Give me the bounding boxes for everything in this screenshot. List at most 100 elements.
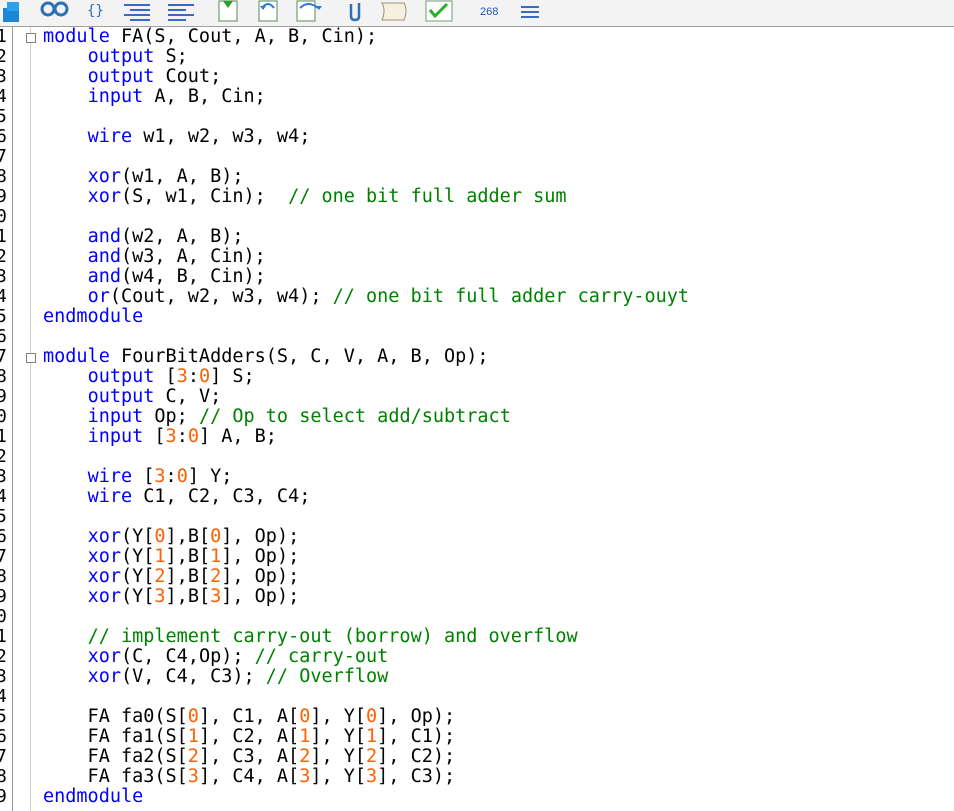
attach-icon[interactable] bbox=[344, 0, 366, 22]
code-line[interactable]: output C, V; bbox=[43, 387, 222, 407]
svg-text:{}: {} bbox=[87, 3, 104, 19]
code-line[interactable]: xor(V, C4, C3); // Overflow bbox=[43, 666, 389, 687]
code-token: [ bbox=[154, 366, 177, 387]
number-token: 1 bbox=[366, 726, 378, 747]
code-token: ], Y[ bbox=[310, 746, 367, 767]
fold-margin bbox=[30, 27, 31, 811]
comment-token: // one bit full adder carry-ouyt bbox=[332, 286, 690, 307]
code-token: (w2, A, B); bbox=[120, 226, 244, 247]
number-token: 3 bbox=[176, 366, 188, 387]
code-line[interactable]: FA fa0(S[0], C1, A[0], Y[0], Op); bbox=[43, 706, 456, 727]
code-line[interactable]: or(Cout, w2, w3, w4); // one bit full ad… bbox=[43, 287, 689, 307]
line-number: 3 bbox=[0, 666, 7, 687]
code-line[interactable]: input A, B, Cin; bbox=[43, 87, 266, 107]
code-line[interactable]: wire w1, w2, w3, w4; bbox=[43, 126, 311, 147]
number-token: 3 bbox=[187, 766, 199, 787]
code-token: ], Op); bbox=[377, 706, 456, 727]
number-token: 1 bbox=[210, 546, 222, 567]
bookmark-icon[interactable] bbox=[216, 0, 240, 22]
code-line[interactable]: wire C1, C2, C3, C4; bbox=[43, 487, 311, 507]
code-line[interactable]: FA fa3(S[3], C4, A[3], Y[3], C3); bbox=[43, 766, 456, 787]
number-token: 3 bbox=[165, 426, 177, 447]
code-token: ], C2); bbox=[377, 746, 456, 767]
keyword-token: xor bbox=[87, 566, 121, 587]
code-line[interactable]: and(w3, A, Cin); bbox=[43, 247, 266, 267]
code-token: ], C4, A[ bbox=[198, 766, 300, 787]
code-line[interactable]: and(w2, A, B); bbox=[43, 227, 244, 247]
check-icon[interactable] bbox=[420, 0, 456, 22]
code-line[interactable]: and(w4, B, Cin); bbox=[43, 267, 266, 287]
keyword-token: wire bbox=[87, 466, 133, 487]
code-line[interactable]: xor(S, w1, Cin); // one bit full adder s… bbox=[43, 187, 567, 207]
code-line[interactable]: output S; bbox=[43, 47, 188, 67]
number-token: 2 bbox=[187, 746, 199, 767]
line-number: 8 bbox=[0, 166, 7, 187]
keyword-token: module bbox=[43, 26, 110, 47]
code-token: ], C3); bbox=[377, 766, 456, 787]
code-line[interactable]: endmodule bbox=[43, 787, 143, 807]
code-line[interactable]: output [3:0] S; bbox=[43, 367, 255, 387]
next-bookmark-icon[interactable] bbox=[292, 0, 326, 22]
number-token: 1 bbox=[187, 726, 199, 747]
line-number: 3 bbox=[0, 66, 7, 87]
code-line[interactable]: // implement carry-out (borrow) and over… bbox=[43, 627, 578, 647]
number-token: 0 bbox=[299, 706, 311, 727]
toolbar: {} 268 bbox=[0, 0, 954, 27]
code-token: w1, w2, w3, w4; bbox=[132, 126, 311, 147]
code-editor[interactable]: module FA(S, Cout, A, B, Cin); output S;… bbox=[43, 27, 948, 811]
code-line[interactable]: module FourBitAdders(S, C, V, A, B, Op); bbox=[43, 347, 489, 367]
list-icon[interactable] bbox=[518, 0, 544, 22]
save-icon[interactable] bbox=[0, 0, 26, 22]
outdent-icon[interactable] bbox=[166, 0, 196, 22]
code-token: ], Y[ bbox=[310, 766, 367, 787]
code-token: : bbox=[165, 466, 177, 487]
code-line[interactable]: input [3:0] A, B; bbox=[43, 427, 277, 447]
number-token: 0 bbox=[187, 426, 199, 447]
code-token: [ bbox=[132, 466, 155, 487]
line-number: 5 bbox=[0, 506, 7, 527]
line-number: 4 bbox=[0, 686, 7, 707]
code-token: FA fa1(S[ bbox=[43, 726, 188, 747]
line-number: 6 bbox=[0, 126, 7, 147]
script-icon[interactable] bbox=[378, 0, 412, 22]
prev-bookmark-icon[interactable] bbox=[254, 0, 282, 22]
code-line[interactable]: module FA(S, Cout, A, B, Cin); bbox=[43, 27, 377, 47]
fold-toggle-module-fa[interactable] bbox=[26, 33, 36, 43]
code-token: ],B[ bbox=[165, 566, 211, 587]
code-line[interactable]: FA fa1(S[1], C2, A[1], Y[1], C1); bbox=[43, 726, 456, 747]
keyword-token: xor bbox=[87, 666, 121, 687]
code-line[interactable]: endmodule bbox=[43, 307, 143, 327]
number-token: 1 bbox=[154, 546, 166, 567]
keyword-token: input bbox=[87, 426, 144, 447]
brace-match-icon[interactable]: {} bbox=[86, 0, 106, 22]
line-number: 7 bbox=[0, 546, 7, 567]
code-line[interactable]: xor(Y[3],B[3], Op); bbox=[43, 586, 300, 607]
number-token: 0 bbox=[198, 366, 211, 387]
code-token: (V, C4, C3); bbox=[120, 666, 266, 687]
line-number: 9 bbox=[0, 586, 7, 607]
fold-toggle-module-fourbitadders[interactable] bbox=[26, 353, 36, 363]
code-line[interactable]: xor(w1, A, B); bbox=[43, 167, 244, 187]
code-line[interactable]: xor(Y[0],B[0], Op); bbox=[43, 527, 300, 547]
code-token: ],B[ bbox=[165, 586, 211, 607]
number-token: 2 bbox=[366, 746, 378, 767]
comment-token: // one bit full adder sum bbox=[288, 186, 567, 207]
code-line[interactable]: wire [3:0] Y; bbox=[43, 466, 233, 487]
code-line[interactable]: xor(Y[1],B[1], Op); bbox=[43, 546, 300, 567]
code-line[interactable]: output Cout; bbox=[43, 66, 222, 87]
code-line[interactable]: xor(C, C4,Op); // carry-out bbox=[43, 646, 389, 667]
code-line[interactable]: input Op; // Op to select add/subtract bbox=[43, 407, 511, 427]
line-number: 4 bbox=[0, 86, 7, 107]
code-line[interactable]: FA fa2(S[2], C3, A[2], Y[2], C2); bbox=[43, 746, 456, 767]
keyword-token: input bbox=[87, 86, 144, 107]
line-number: 2 bbox=[0, 646, 7, 667]
keyword-token: module bbox=[43, 346, 110, 367]
code-line[interactable]: xor(Y[2],B[2], Op); bbox=[43, 566, 300, 587]
indent-icon[interactable] bbox=[122, 0, 152, 22]
find-icon[interactable] bbox=[38, 0, 72, 22]
